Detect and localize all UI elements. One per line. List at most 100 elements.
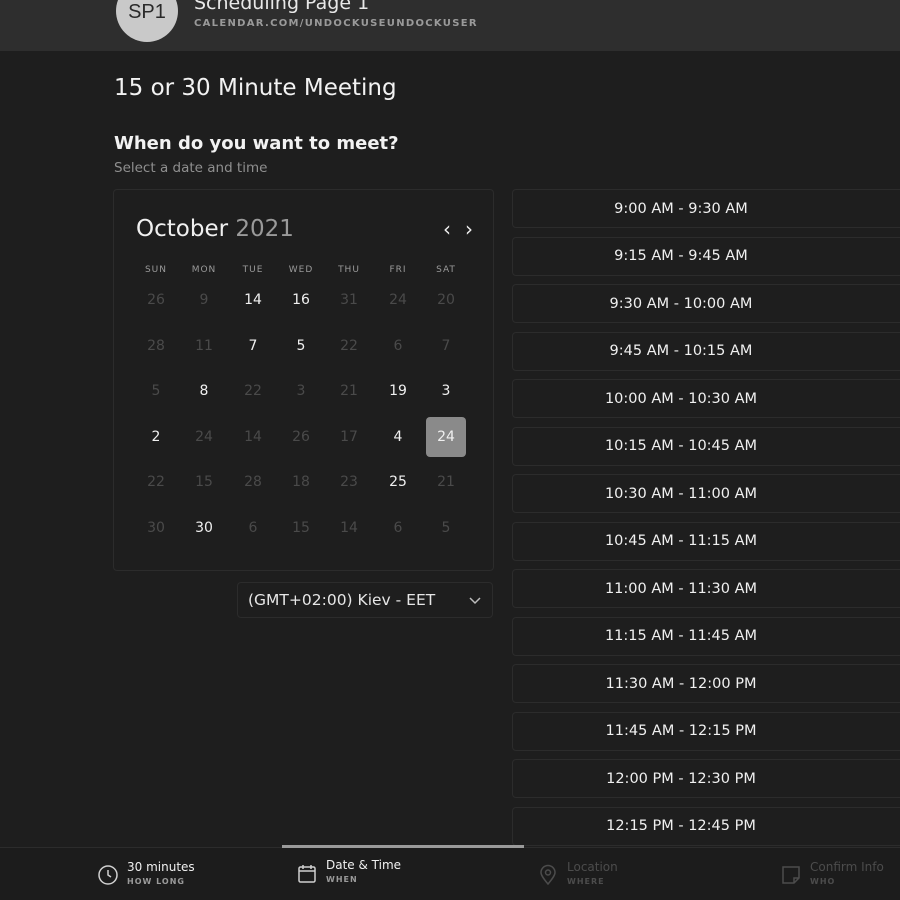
next-month-button[interactable]: › <box>459 216 479 242</box>
unavailable-date-cell: 6 <box>393 337 403 354</box>
unavailable-date-cell: 9 <box>199 292 209 308</box>
unavailable-date-cell: 24 <box>195 428 213 445</box>
step-navigation: 30 minutes HOW LONG Date & Time WHEN Loc… <box>0 845 900 900</box>
unavailable-date-cell: 23 <box>340 474 358 490</box>
unavailable-date-cell: 14 <box>340 519 358 536</box>
unavailable-date-cell: 15 <box>292 519 310 536</box>
calendar-icon <box>298 865 316 883</box>
month-year-label: October 2021 <box>136 216 294 242</box>
unavailable-date-cell: 14 <box>244 428 262 445</box>
unavailable-date-cell: 6 <box>248 519 258 536</box>
unavailable-date-cell: 17 <box>340 428 358 445</box>
unavailable-date-cell: 22 <box>147 474 165 490</box>
unavailable-date-cell: 22 <box>244 383 262 399</box>
unavailable-date-cell: 11 <box>195 337 213 354</box>
avatar: SP1 <box>116 0 178 42</box>
time-slot-button[interactable]: 12:00 PM - 12:30 PM <box>512 759 900 798</box>
time-slot-button[interactable]: 9:45 AM - 10:15 AM <box>512 331 900 371</box>
time-slot-button[interactable]: 9:15 AM - 9:45 AM <box>512 236 900 276</box>
time-slot-button[interactable]: 12:15 PM - 12:45 PM <box>512 806 900 846</box>
time-slot-button[interactable]: 10:00 AM - 10:30 AM <box>512 379 900 418</box>
available-date-cell[interactable]: 2 <box>136 417 176 457</box>
unavailable-date-cell: 21 <box>437 474 455 490</box>
weekday-label: SAT <box>436 265 456 275</box>
previous-month-button[interactable]: ‹ <box>437 216 457 242</box>
unavailable-date-cell: 28 <box>244 474 262 490</box>
step-label: Confirm Info <box>810 860 884 874</box>
location-pin-icon <box>540 864 556 886</box>
unavailable-date-cell: 22 <box>340 337 358 354</box>
top-bar: SP1 Scheduling Page 1 CALENDAR.COM/UNDOC… <box>0 0 900 51</box>
step-progress-bar <box>282 845 524 848</box>
unavailable-date-cell: 20 <box>437 292 455 308</box>
available-date-cell[interactable]: 3 <box>426 371 466 411</box>
available-date-cell[interactable]: 30 <box>184 508 224 548</box>
step-duration[interactable]: 30 minutes HOW LONG <box>97 860 195 886</box>
unavailable-date-cell: 21 <box>340 383 358 399</box>
unavailable-date-cell: 26 <box>292 428 310 445</box>
available-date-cell[interactable]: 4 <box>378 417 418 457</box>
chevron-right-icon: › <box>465 217 473 241</box>
step-sublabel: WHO <box>810 877 836 886</box>
time-slot-button[interactable]: 11:45 AM - 12:15 PM <box>512 711 900 751</box>
time-slot-button[interactable]: 10:15 AM - 10:45 AM <box>512 426 900 466</box>
chevron-down-icon <box>469 597 481 605</box>
unavailable-date-cell: 26 <box>147 292 165 308</box>
weekday-label: SUN <box>144 265 168 275</box>
unavailable-date-cell: 24 <box>389 292 407 308</box>
section-subtitle: Select a date and time <box>114 160 268 176</box>
step-label: 30 minutes <box>127 860 195 874</box>
step-sublabel: WHEN <box>326 875 358 884</box>
available-date-cell[interactable]: 25 <box>378 462 418 502</box>
available-date-cell[interactable]: 19 <box>378 371 418 411</box>
time-slot-button[interactable]: 11:00 AM - 11:30 AM <box>512 569 900 608</box>
time-slot-button[interactable]: 11:30 AM - 12:00 PM <box>512 664 900 703</box>
scheduling-page-url[interactable]: CALENDAR.COM/UNDOCKUSEUNDOCKUSER <box>194 18 478 29</box>
unavailable-date-cell: 3 <box>296 383 306 399</box>
section-question: When do you want to meet? <box>114 133 399 154</box>
step-sublabel: HOW LONG <box>127 877 185 886</box>
time-slot-button[interactable]: 9:00 AM - 9:30 AM <box>512 189 900 228</box>
time-slot-button[interactable]: 11:15 AM - 11:45 AM <box>512 616 900 656</box>
year-label: 2021 <box>235 216 294 242</box>
time-slot-button[interactable]: 9:30 AM - 10:00 AM <box>512 284 900 323</box>
clock-icon <box>98 865 118 885</box>
weekday-label: FRI <box>389 265 407 275</box>
chevron-left-icon: ‹ <box>443 217 451 241</box>
timezone-value: (GMT+02:00) Kiev - EET <box>248 591 436 609</box>
step-confirm-info[interactable]: Confirm Info WHO <box>780 860 884 886</box>
unavailable-date-cell: 28 <box>147 337 165 354</box>
time-slot-button[interactable]: 10:45 AM - 11:15 AM <box>512 521 900 561</box>
timezone-select[interactable]: (GMT+02:00) Kiev - EET <box>237 582 493 618</box>
available-date-cell[interactable]: 8 <box>184 371 224 411</box>
unavailable-date-cell: 18 <box>292 474 310 490</box>
available-date-cell[interactable]: 14 <box>233 280 273 320</box>
step-label: Date & Time <box>326 858 402 872</box>
step-location[interactable]: Location WHERE <box>537 860 618 886</box>
weekday-label: WED <box>288 265 314 275</box>
step-label: Location <box>567 860 618 874</box>
step-sublabel: WHERE <box>567 877 605 886</box>
month-label: October <box>136 216 229 242</box>
unavailable-date-cell: 7 <box>441 337 451 354</box>
unavailable-date-cell: 6 <box>393 519 403 536</box>
weekday-label: THU <box>338 265 360 275</box>
unavailable-date-cell: 15 <box>195 474 213 490</box>
weekday-label: TUE <box>242 265 264 275</box>
meeting-title: 15 or 30 Minute Meeting <box>114 75 397 101</box>
time-slot-button[interactable]: 10:30 AM - 11:00 AM <box>512 474 900 513</box>
unavailable-date-cell: 5 <box>151 383 161 399</box>
date-picker: October 2021 ‹ › SUN MON TUE WED THU FRI SAT 26… <box>113 189 494 571</box>
scheduling-page-name: Scheduling Page 1 <box>194 0 370 14</box>
unavailable-date-cell: 30 <box>147 519 165 536</box>
available-date-cell[interactable]: 16 <box>281 280 321 320</box>
available-date-cell[interactable]: 5 <box>281 326 321 366</box>
available-date-cell[interactable]: 7 <box>233 326 273 366</box>
step-date-time[interactable]: Date & Time WHEN <box>296 858 401 884</box>
avatar-initials: SP1 <box>128 1 166 23</box>
weekday-label: MON <box>191 265 217 275</box>
note-icon <box>782 866 800 884</box>
unavailable-date-cell: 5 <box>441 519 451 536</box>
unavailable-date-cell: 31 <box>340 292 358 308</box>
selected-date-cell[interactable]: 24 <box>426 416 466 457</box>
